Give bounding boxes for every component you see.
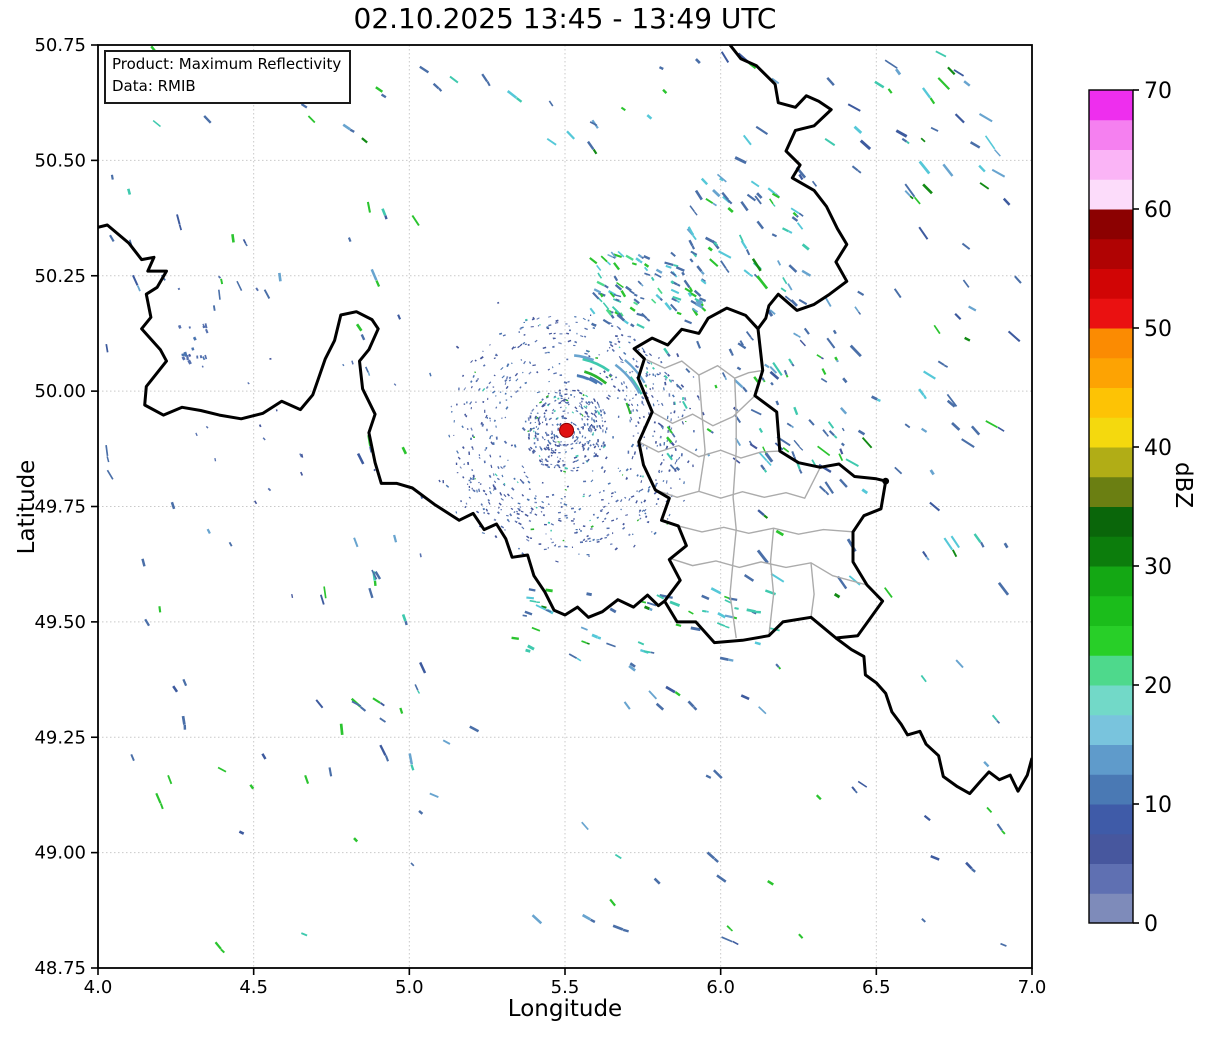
y-axis-label: Latitude — [14, 459, 40, 555]
x-tick-label: 6.0 — [706, 977, 735, 998]
x-tick-label: 4.5 — [239, 977, 268, 998]
colorbar-tick-label: 50 — [1144, 317, 1172, 342]
echo-cluster-northeast-band — [589, 250, 707, 329]
product-name: Product: Maximum Reflectivity — [112, 55, 342, 73]
country-border — [632, 306, 888, 645]
district-border — [644, 358, 763, 379]
y-tick-label: 50.00 — [34, 381, 86, 402]
echo-cluster-border-north-cluster — [686, 177, 812, 315]
district-border — [852, 508, 882, 533]
y-tick-label: 48.75 — [34, 958, 86, 979]
colorbar: 0 10 20 30 40 50 60 70 — [1088, 79, 1172, 937]
echo-cluster-radar-arcs — [573, 354, 646, 415]
y-tick-label: 49.50 — [34, 612, 86, 633]
district-border — [768, 528, 775, 636]
district-border — [810, 562, 815, 618]
y-tick-label: 49.25 — [34, 727, 86, 748]
colorbar-tick-label: 40 — [1144, 436, 1172, 461]
y-tick-label: 50.75 — [34, 35, 86, 56]
country-border — [728, 45, 849, 330]
grid-lines — [97, 44, 1033, 969]
colorbar-tick-label: 0 — [1144, 912, 1158, 937]
y-tick-label: 50.25 — [34, 266, 86, 287]
colorbar-tick-label: 20 — [1144, 674, 1172, 699]
map-plot: 4.0 4.5 5.0 5.5 6.0 6.5 7.0 48.75 49.00 49.25 49.5… — [34, 35, 1172, 998]
district-border — [678, 525, 855, 535]
echo-cluster-border-south-band — [511, 587, 780, 662]
colorbar-ticks: 0 10 20 30 40 50 60 70 — [1133, 79, 1172, 937]
radar-site-marker — [559, 422, 575, 438]
data-source: Data: RMIB — [112, 76, 196, 95]
country-border — [835, 636, 1032, 796]
y-tick-label: 49.00 — [34, 843, 86, 864]
district-border — [698, 374, 706, 492]
x-tick-label: 6.5 — [862, 977, 891, 998]
border-junction-dot — [882, 477, 890, 485]
product-info-box: Product: Maximum Reflectivity Data: RMIB — [104, 50, 352, 104]
colorbar-tick-label: 10 — [1144, 793, 1172, 818]
colorbar-tick-label: 70 — [1144, 79, 1172, 104]
echo-cluster-luxembourg-north — [657, 327, 848, 474]
x-tick-label: 4.0 — [84, 977, 113, 998]
district-border — [655, 466, 821, 500]
y-tick-label: 50.50 — [34, 150, 86, 171]
country-border — [98, 223, 666, 619]
x-axis-label: Longitude — [507, 996, 623, 1022]
colorbar-tick-label: 30 — [1144, 555, 1172, 580]
y-tick-label: 49.75 — [34, 497, 86, 518]
radar-figure: 02.10.2025 13:45 - 13:49 UTC 4.0 4.5 5.0 5.… — [0, 0, 1219, 1040]
x-tick-label: 5.0 — [395, 977, 424, 998]
x-tick-label: 7.0 — [1018, 977, 1047, 998]
x-tick-label: 5.5 — [551, 977, 580, 998]
colorbar-tick-label: 60 — [1144, 198, 1172, 223]
echo-cluster-mid-sparse — [177, 275, 526, 599]
axis-ticks: 4.0 4.5 5.0 5.5 6.0 6.5 7.0 48.75 49.00 49.25 49.5… — [34, 35, 1046, 998]
echo-cluster-west-blobs — [177, 323, 209, 365]
colorbar-label: dBZ — [1170, 462, 1196, 509]
